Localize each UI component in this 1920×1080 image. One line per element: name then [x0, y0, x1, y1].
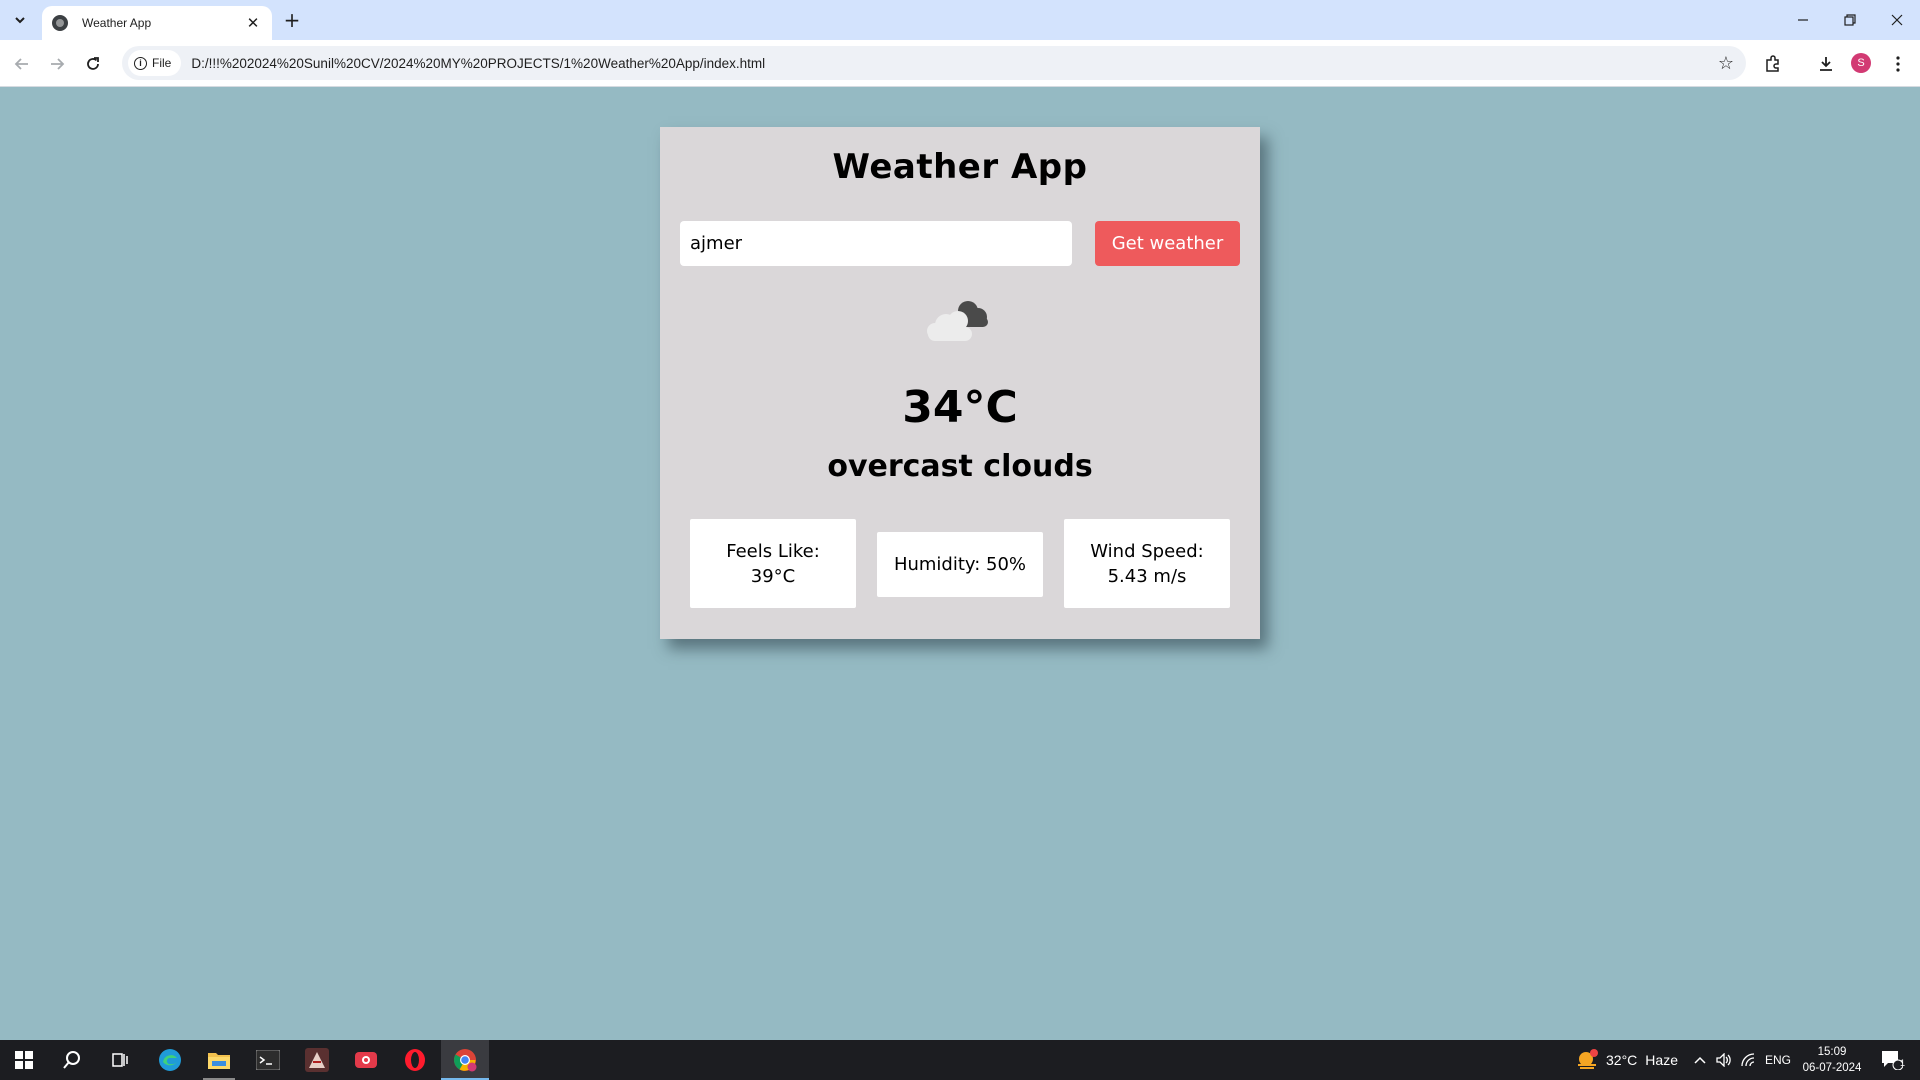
taskbar-recorder[interactable]: [342, 1040, 390, 1080]
recorder-icon: [355, 1052, 377, 1068]
puzzle-icon: [1766, 55, 1779, 72]
search-icon: [63, 1051, 80, 1069]
terminal-icon: [256, 1050, 280, 1070]
browser-tab-active[interactable]: Weather App ✕: [42, 6, 272, 40]
restore-icon: [1844, 14, 1856, 26]
feels-like-card: Feels Like: 39°C: [690, 519, 856, 608]
clock-time: 15:09: [1817, 1046, 1847, 1058]
browser-toolbar: i File D:/!!!%202024%20Sunil%20CV/2024%2…: [0, 40, 1920, 87]
windows-taskbar: 1 32°C Haze ENG 15:09 06-07-2024 1: [0, 1040, 1920, 1080]
tab-title: Weather App: [82, 16, 152, 30]
wifi-icon: [1741, 1053, 1755, 1067]
address-bar[interactable]: i File D:/!!!%202024%20Sunil%20CV/2024%2…: [122, 46, 1746, 80]
reload-icon: [87, 57, 99, 70]
taskbar-file-explorer[interactable]: [195, 1040, 243, 1080]
kebab-menu-icon: [1896, 56, 1900, 72]
windows-logo-icon: [15, 1051, 33, 1069]
start-button[interactable]: [0, 1040, 48, 1080]
chevron-down-icon: [15, 17, 25, 24]
wind-speed-card: Wind Speed: 5.43 m/s: [1064, 519, 1230, 608]
temperature-display: 34°C: [902, 382, 1018, 433]
get-weather-button[interactable]: Get weather: [1095, 221, 1240, 266]
taskbar-edge[interactable]: [146, 1040, 194, 1080]
feels-like-value: 39°C: [750, 565, 796, 587]
language-button[interactable]: ENG: [1762, 1040, 1794, 1080]
weather-widget[interactable]: 1 32°C Haze: [1565, 1040, 1689, 1080]
reload-button[interactable]: [79, 50, 107, 78]
globe-icon: [52, 15, 68, 31]
clock-date: 06-07-2024: [1802, 1062, 1862, 1074]
clock-button[interactable]: 15:09 06-07-2024: [1796, 1040, 1868, 1080]
download-icon: [1820, 57, 1832, 71]
site-info-chip[interactable]: i File: [128, 50, 182, 76]
forward-button[interactable]: [43, 50, 71, 78]
taskbar-terminal[interactable]: [244, 1040, 292, 1080]
speaker-icon: [1716, 1053, 1731, 1067]
restore-button[interactable]: [1827, 0, 1873, 40]
downloads-button[interactable]: [1812, 50, 1840, 78]
edge-icon: [159, 1049, 181, 1071]
tab-search-button[interactable]: [8, 8, 32, 32]
url-text[interactable]: D:/!!!%202024%20Sunil%20CV/2024%20MY%20P…: [191, 56, 1718, 71]
overcast-clouds-icon: [927, 301, 988, 341]
wind-speed-value: 5.43 m/s: [1107, 565, 1187, 587]
new-tab-button[interactable]: +: [280, 8, 304, 32]
site-info-label: File: [152, 56, 172, 70]
minimize-icon: [1798, 19, 1808, 21]
arrow-right-icon: [51, 58, 65, 70]
folder-icon: [208, 1053, 230, 1069]
humidity-card: Humidity: 50%: [877, 532, 1043, 597]
feels-like-label: Feels Like:: [726, 540, 820, 562]
sun-haze-icon: [1578, 1049, 1599, 1069]
weather-description: overcast clouds: [827, 449, 1093, 484]
browser-menu-button[interactable]: [1884, 50, 1912, 78]
chrome-icon: [454, 1049, 477, 1072]
back-button[interactable]: [8, 50, 36, 78]
info-icon: i: [134, 56, 147, 70]
taskbar-weather-temp: 32°C: [1606, 1052, 1638, 1068]
minimize-button[interactable]: [1780, 0, 1826, 40]
wind-speed-label: Wind Speed:: [1090, 540, 1204, 562]
close-icon: [1891, 14, 1903, 26]
city-input[interactable]: [680, 221, 1072, 266]
app-title: Weather App: [832, 147, 1088, 187]
taskbar-opera[interactable]: [391, 1040, 439, 1080]
humidity-text: Humidity: 50%: [893, 554, 1027, 575]
show-hidden-icons-button[interactable]: [1688, 1040, 1712, 1080]
weather-card: Weather App Get weather 34°C overcast cl…: [660, 127, 1260, 639]
opera-icon: [405, 1049, 425, 1071]
language-indicator: ENG: [1764, 1053, 1791, 1067]
network-button[interactable]: [1736, 1040, 1760, 1080]
extensions-button[interactable]: [1759, 50, 1787, 78]
taskbar-game-app[interactable]: [293, 1040, 341, 1080]
close-window-button[interactable]: [1874, 0, 1920, 40]
chevron-up-icon: [1694, 1056, 1706, 1064]
notification-count: 1: [1900, 1058, 1906, 1068]
browser-tabstrip: Weather App ✕ +: [0, 0, 1920, 40]
arrow-left-icon: [14, 58, 28, 70]
bookmark-star-icon[interactable]: ☆: [1718, 53, 1734, 74]
close-tab-icon[interactable]: ✕: [244, 14, 262, 32]
task-view-icon: [112, 1053, 128, 1067]
notifications-button[interactable]: 1: [1870, 1040, 1914, 1080]
game-app-icon: [305, 1048, 329, 1072]
profile-avatar[interactable]: S: [1851, 53, 1871, 73]
search-button[interactable]: [48, 1040, 96, 1080]
task-view-button[interactable]: [96, 1040, 144, 1080]
taskbar-weather-desc: Haze: [1645, 1052, 1678, 1068]
volume-button[interactable]: [1712, 1040, 1736, 1080]
taskbar-chrome[interactable]: [441, 1040, 489, 1080]
